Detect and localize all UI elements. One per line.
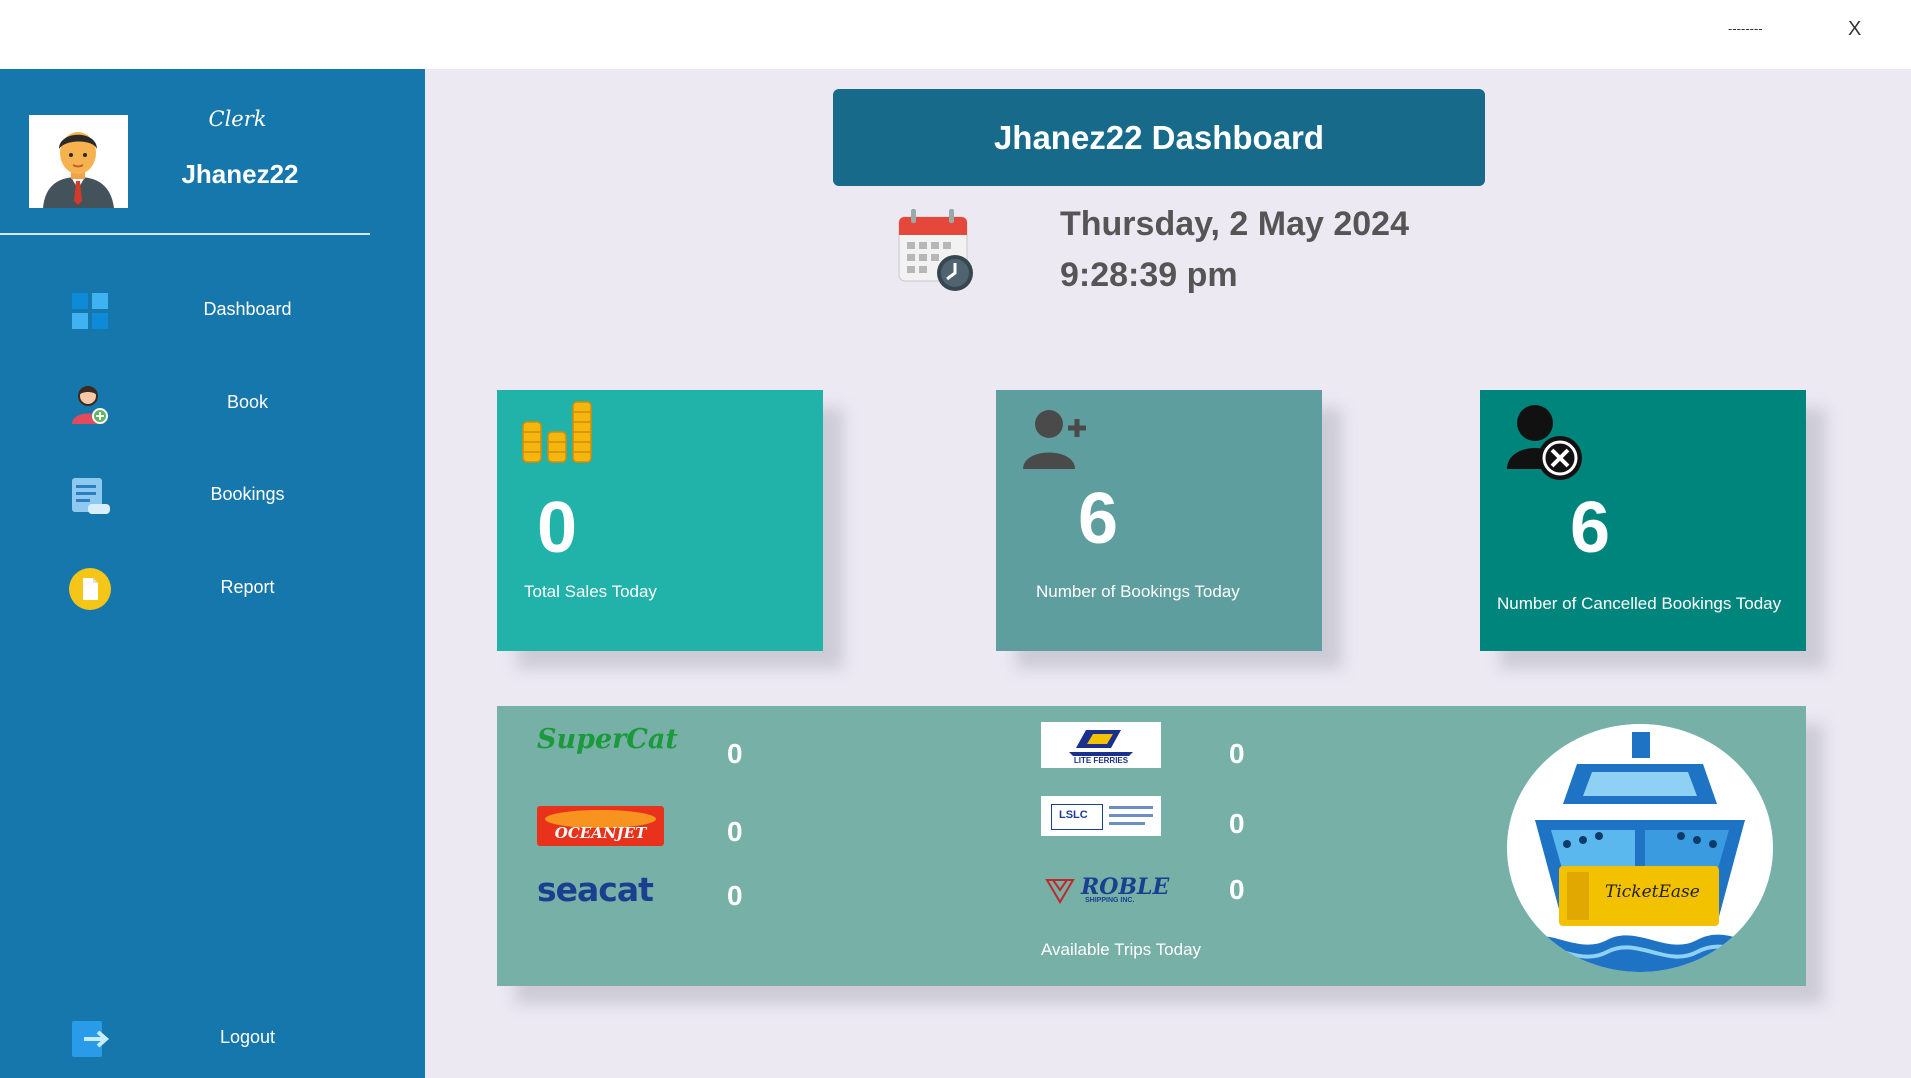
bookings-label: Number of Bookings Today	[1036, 582, 1240, 601]
sidebar-item-bookings[interactable]: Bookings	[40, 464, 380, 526]
sidebar-item-dashboard[interactable]: Dashboard	[40, 279, 380, 341]
logout-icon	[72, 1021, 110, 1057]
seacat-trip-count: 0	[727, 880, 743, 911]
bookings-card: 6 Number of Bookings Today	[996, 390, 1322, 651]
lite-ferries-logo: LITE FERRIES	[1041, 722, 1161, 768]
current-date: Thursday, 2 May 2024	[1060, 205, 1409, 243]
minimize-button[interactable]: --------	[1728, 22, 1763, 36]
total-sales-card: 0 Total Sales Today	[497, 390, 823, 651]
sidebar-item-label: Report	[220, 577, 275, 597]
coins-chart-icon	[522, 401, 592, 463]
lite-ferries-trip-count: 0	[1229, 738, 1245, 769]
oceanjet-trip-count: 0	[727, 816, 743, 847]
book-user-icon	[72, 386, 108, 424]
sidebar: Clerk Jhanez22 Dashboard Book Bookings R…	[0, 69, 425, 1078]
cancelled-bookings-value: 6	[1570, 488, 1611, 568]
available-trips-panel: SuperCat 0 OCEANJET 0 seacat 0 LITE FERR…	[497, 706, 1806, 986]
add-user-icon	[1023, 410, 1086, 469]
seacat-logo: seacat	[537, 870, 654, 909]
report-icon	[69, 568, 111, 610]
close-button[interactable]: X	[1848, 18, 1861, 41]
user-role: Clerk	[208, 107, 267, 131]
sidebar-item-label: Dashboard	[203, 299, 292, 319]
sidebar-item-book[interactable]: Book	[40, 372, 380, 434]
calendar-clock-icon	[898, 209, 973, 291]
roble-logo: ROBLE SHIPPING INC.	[1041, 870, 1169, 910]
ticketease-logo: TicketEase	[1507, 724, 1773, 972]
oceanjet-logo: OCEANJET	[537, 806, 664, 846]
user-name: Jhanez22	[181, 159, 299, 189]
sidebar-item-label: Logout	[219, 1027, 276, 1047]
lslc-trip-count: 0	[1229, 808, 1245, 839]
trips-caption: Available Trips Today	[1041, 940, 1202, 959]
brand-name: TicketEase	[1605, 882, 1700, 902]
cancel-user-icon	[1507, 405, 1582, 480]
lslc-logo: LSLC	[1041, 796, 1161, 836]
bookings-list-icon	[72, 478, 110, 514]
title-bar: -------- X	[0, 0, 1911, 69]
supercat-trip-count: 0	[727, 738, 743, 769]
sidebar-item-logout[interactable]: Logout	[40, 1007, 380, 1069]
avatar	[29, 115, 128, 208]
sidebar-item-report[interactable]: Report	[40, 557, 380, 619]
cancelled-bookings-card: 6 Number of Cancelled Bookings Today	[1480, 390, 1806, 651]
total-sales-value: 0	[537, 488, 578, 568]
bookings-value: 6	[1078, 479, 1119, 559]
cancelled-bookings-label: Number of Cancelled Bookings Today	[1497, 594, 1782, 613]
supercat-logo: SuperCat	[537, 724, 678, 755]
sidebar-item-label: Bookings	[210, 484, 285, 504]
page-title: Jhanez22 Dashboard	[833, 89, 1485, 186]
roble-trip-count: 0	[1229, 874, 1245, 905]
sidebar-divider	[0, 233, 370, 235]
current-time: 9:28:39 pm	[1060, 256, 1238, 294]
total-sales-label: Total Sales Today	[524, 582, 657, 601]
sidebar-item-label: Book	[226, 392, 269, 412]
dashboard-icon	[72, 293, 108, 329]
